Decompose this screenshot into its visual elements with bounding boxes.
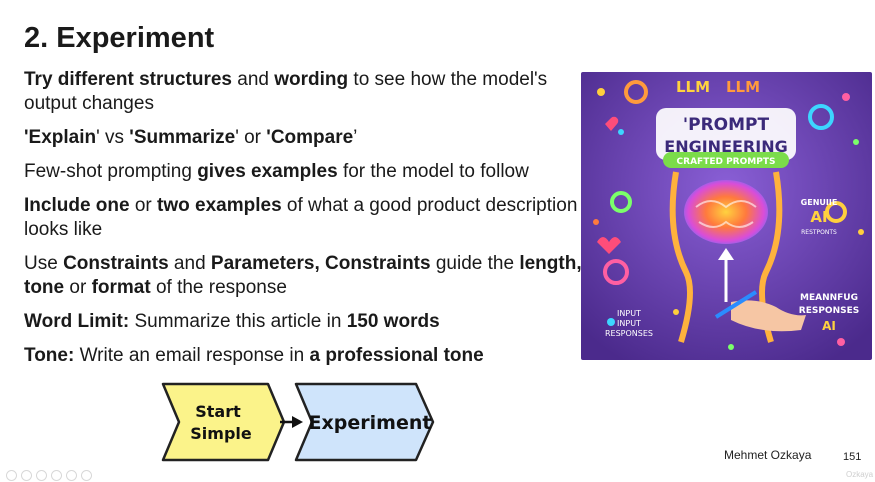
rewind-icon[interactable] <box>6 470 17 481</box>
bullet-text: of the response <box>150 277 287 298</box>
page-number: 151 <box>843 451 862 463</box>
title-line-1: 'PROMPT <box>683 115 770 135</box>
bullet-item: Try different structures and wording to … <box>24 68 584 116</box>
llm-label-right: LLM <box>726 78 760 96</box>
brain-icon <box>684 180 768 244</box>
experiment-label: Experiment <box>309 412 432 434</box>
bullet-item: Include one or two examples of what a go… <box>24 194 584 242</box>
bullet-text: and <box>232 69 275 90</box>
right-label-1: GENUIIE <box>801 198 838 207</box>
bullet-text: ' or <box>235 127 267 148</box>
right-bottom-3: AI <box>822 319 836 333</box>
bullet-item: Tone: Write an email response in a profe… <box>24 344 584 368</box>
prompt-engineering-illustration: LLM LLM 'PROMPT ENGINEERING CRAFTED PROM… <box>581 72 872 360</box>
bullet-text: Use <box>24 253 64 274</box>
slide-title: 2. Experiment <box>24 22 215 54</box>
bullet-item: Word Limit: Summarize this article in 15… <box>24 310 584 334</box>
bullet-emphasis: Tone: <box>24 345 75 366</box>
subtitle-text: CRAFTED PROMPTS <box>677 157 776 167</box>
bullet-text: and <box>168 253 211 274</box>
bullet-emphasis: Try different structures <box>24 69 232 90</box>
bullet-text: Few-shot prompting <box>24 161 198 182</box>
bullet-item: Few-shot prompting gives examples for th… <box>24 160 584 184</box>
bullet-emphasis: gives examples <box>197 161 338 182</box>
next-icon[interactable] <box>51 470 62 481</box>
bullet-emphasis: 'Explain <box>24 127 97 148</box>
bullet-item: Use Constraints and Parameters, Constrai… <box>24 252 584 300</box>
zoom-icon[interactable] <box>81 470 92 481</box>
bullet-text: guide the <box>430 253 520 274</box>
bullet-text: Write an email response in <box>74 345 310 366</box>
bullet-item: 'Explain' vs 'Summarize' or 'Compare’ <box>24 126 584 150</box>
right-bottom-1: MEANNFUG <box>800 293 858 303</box>
right-label-2: AI <box>810 208 827 226</box>
bullet-emphasis: a professional tone <box>309 345 484 366</box>
bullet-emphasis: wording <box>274 69 349 90</box>
flow-diagram: Start Simple Experiment <box>160 380 440 469</box>
bullet-text: Summarize this article in <box>129 311 347 332</box>
bullet-text: or <box>129 195 158 216</box>
bullet-list: Try different structures and wording to … <box>24 68 584 378</box>
start-simple-chevron <box>161 382 286 462</box>
bullet-emphasis: 150 words <box>346 311 440 332</box>
illustration-svg: LLM LLM 'PROMPT ENGINEERING CRAFTED PROM… <box>581 72 872 360</box>
previous-icon[interactable] <box>21 470 32 481</box>
bullet-emphasis: 'Summarize <box>129 127 236 148</box>
right-label-3: RESTPONTS <box>801 229 837 236</box>
llm-label-left: LLM <box>676 78 710 96</box>
left-bottom-1: INPUT <box>617 309 641 318</box>
bullet-emphasis: two examples <box>157 195 282 216</box>
fullscreen-icon[interactable] <box>66 470 77 481</box>
bullet-emphasis: Parameters, Constraints <box>210 253 431 274</box>
bullet-text: ' vs <box>96 127 130 148</box>
author-name: Mehmet Ozkaya <box>724 448 812 462</box>
simple-label: Simple <box>190 424 252 443</box>
bullet-emphasis: 'Compare <box>266 127 354 148</box>
right-bottom-2: RESPONSES <box>799 306 859 316</box>
bullet-text: for the model to follow <box>337 161 529 182</box>
left-bottom-3: RESPONSES <box>605 329 653 338</box>
playback-controls <box>6 470 92 481</box>
bullet-emphasis: Constraints <box>63 253 169 274</box>
watermark: Ozkaya <box>846 470 874 479</box>
left-bottom-2: INPUT <box>617 319 641 328</box>
play-icon[interactable] <box>36 470 47 481</box>
bullet-emphasis: Include one <box>24 195 130 216</box>
start-label: Start <box>195 402 241 421</box>
bullet-text: or <box>64 277 92 298</box>
bullet-emphasis: Word Limit: <box>24 311 130 332</box>
bullet-emphasis: format <box>91 277 151 298</box>
bullet-text: ’ <box>353 127 358 148</box>
